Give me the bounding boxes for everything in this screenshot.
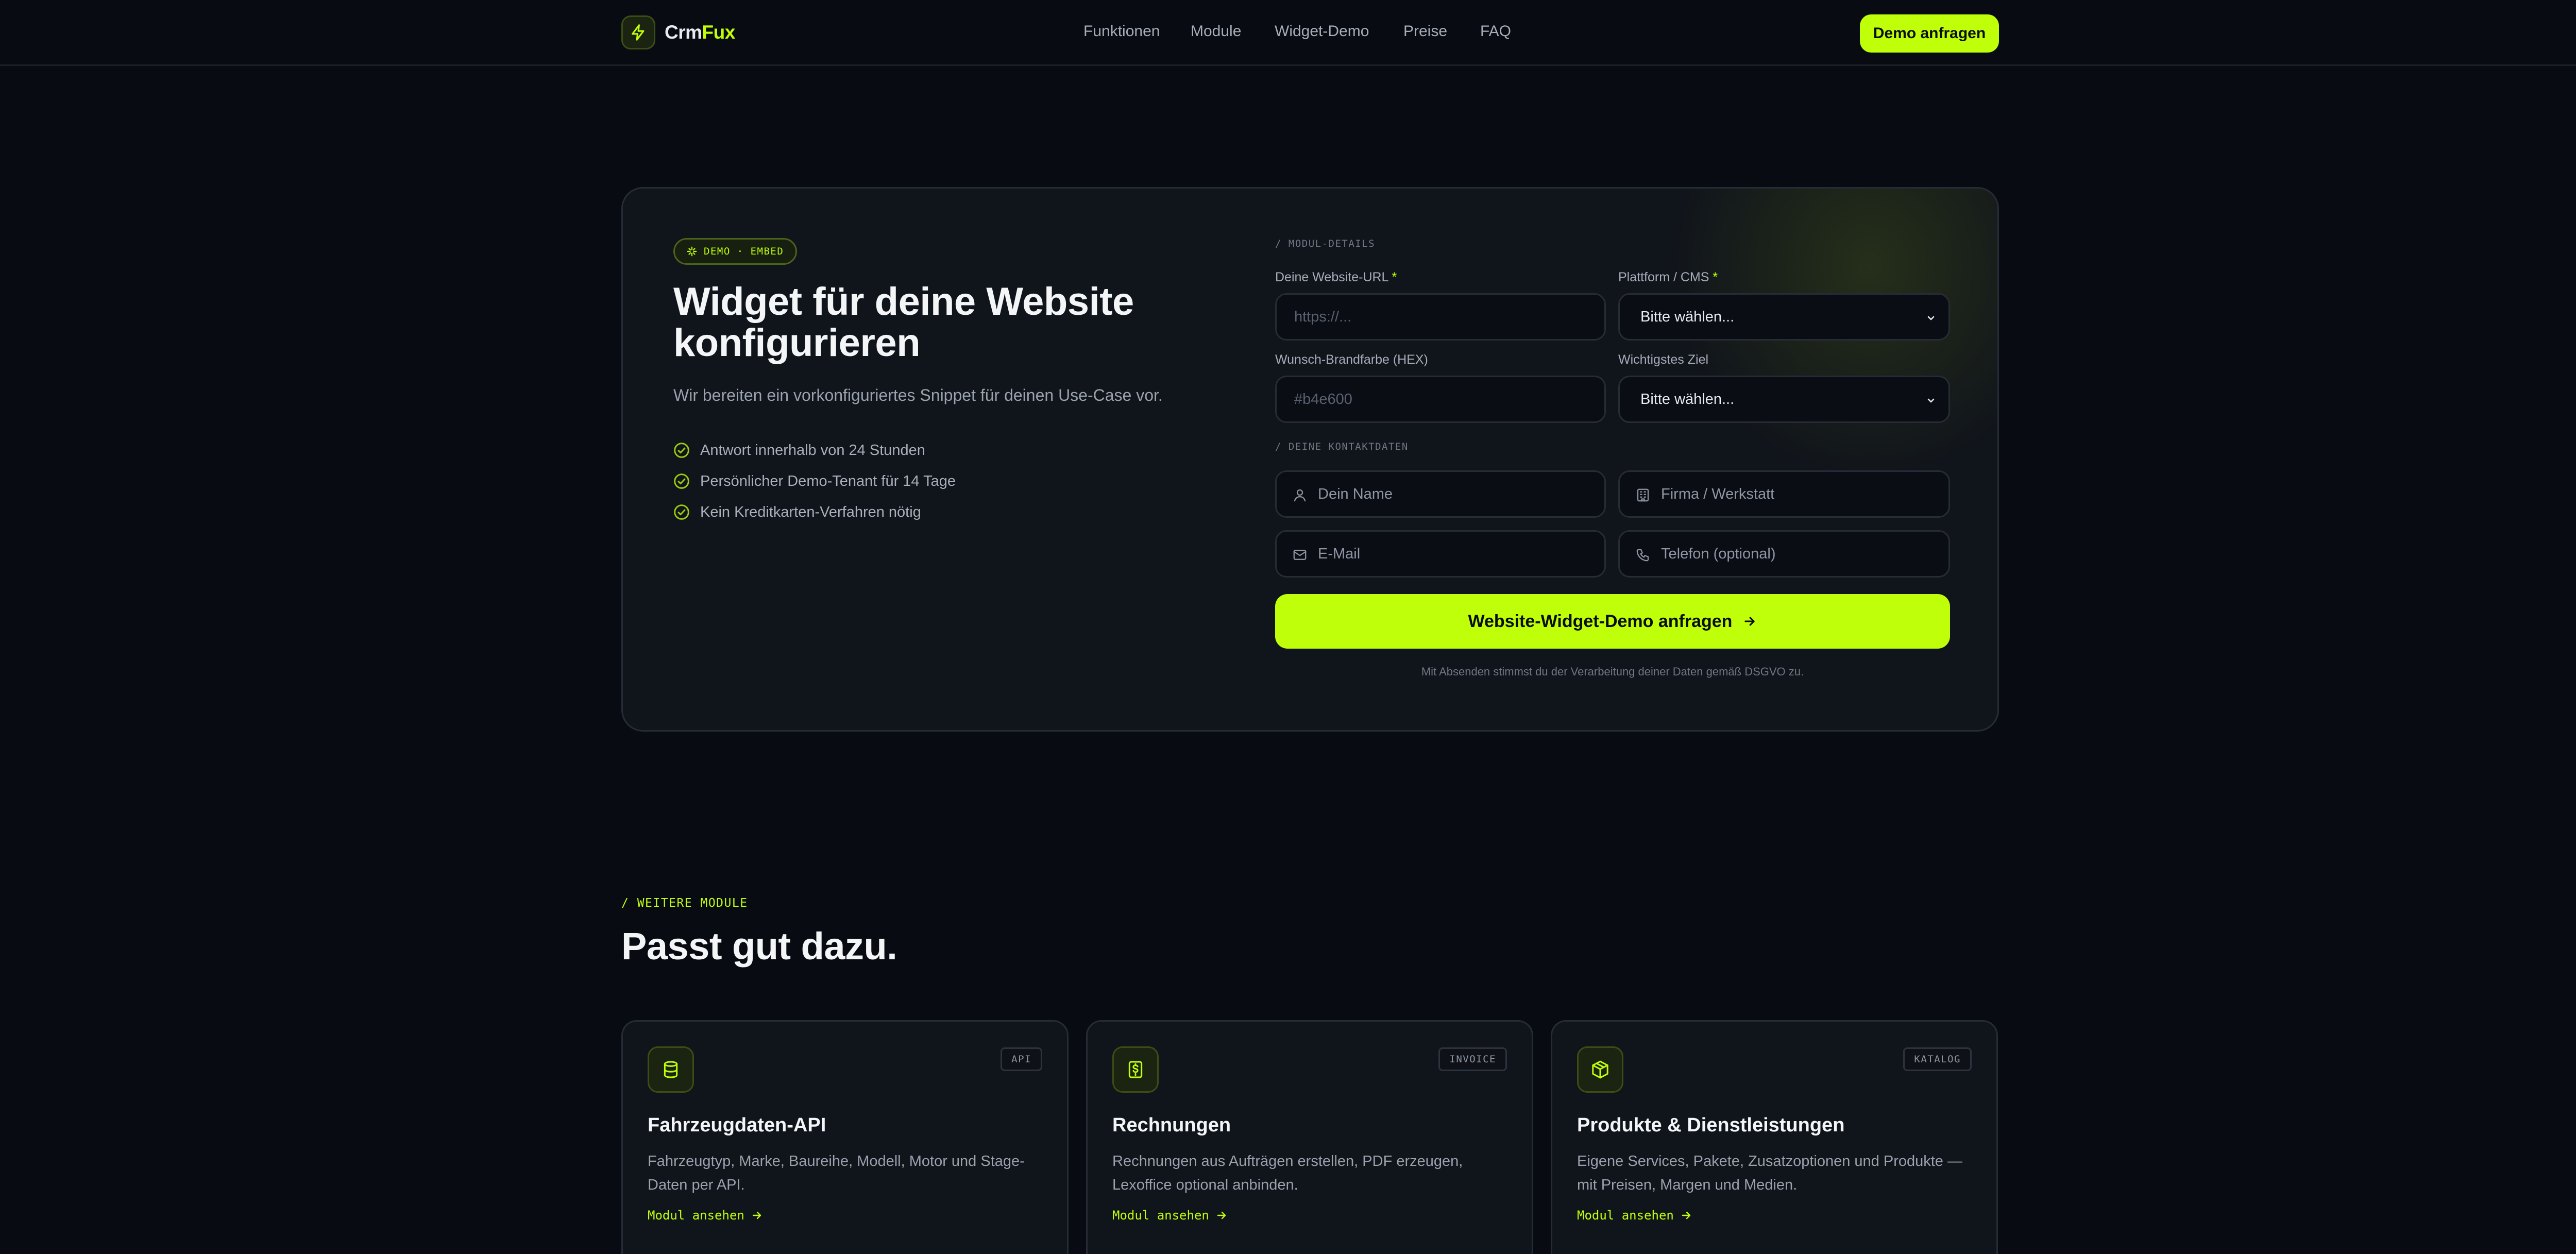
nav-link-preise[interactable]: Preise: [1403, 23, 1480, 40]
nav-link-funktionen[interactable]: Funktionen: [1083, 23, 1191, 40]
check-circle-icon: [674, 473, 689, 489]
main-goal-select[interactable]: Bitte wählen...: [1618, 376, 1950, 423]
main-goal-label: Wichtigstes Ziel: [1618, 352, 1709, 367]
box-icon: [1577, 1046, 1623, 1093]
brand-name: CrmFux: [665, 22, 735, 43]
modules-section-label: / WEITERE MODULE: [621, 896, 748, 910]
arrow-right-icon: [1682, 1211, 1691, 1219]
module-description: Eigene Services, Pakete, Zusatzoptionen …: [1577, 1153, 1962, 1193]
nav-link-widget-demo[interactable]: Widget-Demo: [1275, 23, 1403, 40]
module-card-invoices[interactable]: INVOICE Rechnungen Rechnungen aus Aufträ…: [1086, 1020, 1533, 1254]
module-description: Fahrzeugtyp, Marke, Baureihe, Modell, Mo…: [648, 1153, 1025, 1193]
module-view-link[interactable]: Modul ansehen: [648, 1208, 763, 1223]
check-circle-icon: [674, 443, 689, 458]
chevron-down-icon: [1927, 398, 1935, 403]
phone-icon: [1636, 549, 1649, 562]
nav-links: Funktionen Module Widget-Demo Preise FAQ: [1083, 23, 1521, 40]
contact-details-heading: / DEINE KONTAKTDATEN: [1275, 441, 1409, 452]
benefit-item: Kein Kreditkarten-Verfahren nötig: [673, 497, 956, 528]
mail-icon: [1293, 550, 1307, 560]
company-input[interactable]: Firma / Werkstatt: [1618, 470, 1950, 518]
benefit-item: Antwort innerhalb von 24 Stunden: [673, 435, 956, 466]
top-nav: CrmFux Funktionen Module Widget-Demo Pre…: [0, 0, 2576, 66]
user-icon: [1294, 489, 1306, 502]
module-card-vehicle-api[interactable]: API Fahrzeugdaten-API Fahrzeugtyp, Marke…: [621, 1020, 1069, 1254]
email-input[interactable]: E-Mail: [1275, 530, 1606, 578]
platform-cms-label: Plattform / CMS *: [1618, 270, 1718, 284]
website-url-input[interactable]: https://...: [1275, 293, 1606, 341]
nav-link-faq[interactable]: FAQ: [1480, 23, 1521, 40]
brand-color-label: Wunsch-Brandfarbe (HEX): [1275, 352, 1428, 367]
demo-request-button[interactable]: Demo anfragen: [1860, 14, 1999, 53]
modules-section-title: Passt gut dazu.: [621, 925, 897, 968]
module-card-products-services[interactable]: KATALOG Produkte & Dienstleistungen Eige…: [1551, 1020, 1998, 1254]
hero-subtitle: Wir bereiten ein vorkonfiguriertes Snipp…: [673, 386, 1163, 404]
invoice-icon: [1112, 1046, 1159, 1093]
benefit-item: Persönlicher Demo-Tenant für 14 Tage: [673, 466, 956, 497]
chevron-down-icon: [1927, 316, 1935, 320]
submit-widget-demo-button[interactable]: Website-Widget-Demo anfragen: [1275, 594, 1950, 649]
name-input[interactable]: Dein Name: [1275, 470, 1606, 518]
gdpr-consent-note: Mit Absenden stimmst du der Verarbeitung…: [1421, 665, 1804, 678]
module-view-link[interactable]: Modul ansehen: [1577, 1208, 1692, 1223]
phone-input[interactable]: Telefon (optional): [1618, 530, 1950, 578]
building-icon: [1637, 488, 1649, 502]
brand-logo[interactable]: CrmFux: [621, 15, 735, 49]
module-details-heading: / MODUL-DETAILS: [1275, 238, 1376, 249]
widget-config-card: DEMO · EMBED Widget für deine Website ko…: [621, 187, 1999, 732]
module-tag: INVOICE: [1438, 1047, 1507, 1071]
hero-title: Widget für deine Website konfigurieren: [673, 280, 1134, 365]
module-name: Rechnungen: [1112, 1114, 1231, 1136]
lightning-icon: [621, 15, 655, 49]
module-tag: API: [1001, 1047, 1042, 1071]
arrow-right-icon: [1744, 617, 1755, 626]
sparkle-icon: [687, 246, 697, 257]
brand-color-input[interactable]: #b4e600: [1275, 376, 1606, 423]
module-name: Produkte & Dienstleistungen: [1577, 1114, 1845, 1136]
check-circle-icon: [674, 504, 689, 520]
platform-cms-select[interactable]: Bitte wählen...: [1618, 293, 1950, 341]
database-icon: [648, 1046, 694, 1093]
module-name: Fahrzeugdaten-API: [648, 1114, 826, 1136]
nav-link-module[interactable]: Module: [1191, 23, 1275, 40]
demo-embed-badge: DEMO · EMBED: [673, 238, 797, 265]
module-view-link[interactable]: Modul ansehen: [1112, 1208, 1228, 1223]
arrow-right-icon: [752, 1211, 761, 1219]
website-url-label: Deine Website-URL *: [1275, 270, 1397, 284]
benefit-list: Antwort innerhalb von 24 Stunden Persönl…: [673, 435, 956, 528]
module-tag: KATALOG: [1903, 1047, 1972, 1071]
arrow-right-icon: [1217, 1211, 1226, 1219]
module-description: Rechnungen aus Aufträgen erstellen, PDF …: [1112, 1153, 1463, 1193]
